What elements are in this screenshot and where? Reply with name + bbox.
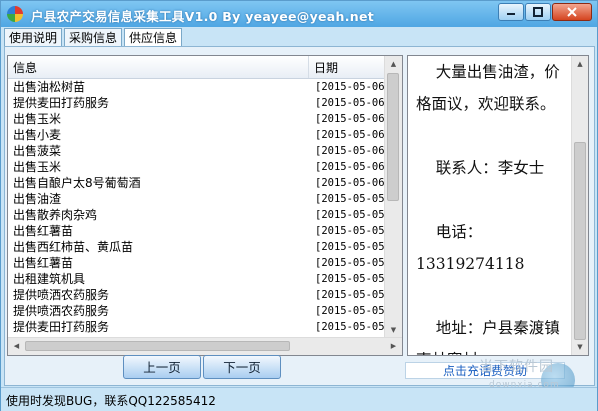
status-text: 使用时发现BUG，联系QQ122585412 [6, 394, 216, 408]
maximize-button[interactable] [525, 3, 551, 21]
list-item-date: [2015-05-05] [315, 289, 391, 301]
list-item[interactable]: 出售自酿户太8号葡萄酒 [2015-05-06] [8, 175, 391, 191]
column-header-info[interactable]: 信息 [8, 56, 309, 78]
list-item-date: [2015-05-05] [315, 225, 391, 237]
app-window: 户县农产交易信息采集工具V1.0 By yeayee@yeah.net 使用说明… [0, 0, 598, 411]
list-item-info: 出售西红柿苗、黄瓜苗 [13, 240, 134, 254]
list-item[interactable]: 出售玉米 [2015-05-06] [8, 159, 391, 175]
tab-purchase-info[interactable]: 采购信息 [64, 28, 123, 47]
scroll-right-icon[interactable]: ▶ [385, 338, 402, 354]
list-item[interactable]: 提供麦田打药服务 [2015-05-06] [8, 95, 391, 111]
info-list[interactable]: 信息 日期 出售油松树苗 [2015-05-06] 提供麦田打药服务 [2015-05… [7, 55, 403, 356]
list-horizontal-scrollbar[interactable]: ◀ ▶ [8, 337, 402, 355]
list-item[interactable]: 出售小麦 [2015-05-06] [8, 127, 391, 143]
scroll-left-icon[interactable]: ◀ [8, 338, 25, 354]
list-item[interactable]: 出售红薯苗 [2015-05-05] [8, 255, 391, 271]
detail-textbox[interactable]: 大量出售油渣，价格面议，欢迎联系。 联系人：李女士 电话： 1331927411… [407, 55, 589, 356]
minimize-icon [507, 13, 515, 15]
list-item-date: [2015-05-05] [315, 209, 391, 221]
list-item[interactable]: 出售油松树苗 [2015-05-06] [8, 79, 391, 95]
prev-page-button[interactable]: 上一页 [123, 355, 201, 379]
list-item-date: [2015-05-06] [315, 81, 391, 93]
supply-panel: 信息 日期 出售油松树苗 [2015-05-06] 提供麦田打药服务 [2015-05… [4, 46, 595, 386]
list-item-date: [2015-05-06] [315, 145, 391, 157]
list-item-info: 出售小麦 [13, 128, 62, 142]
list-item-date: [2015-05-06] [315, 129, 391, 141]
list-item-info: 出租建筑机具 [13, 272, 86, 286]
title-bar[interactable]: 户县农产交易信息采集工具V1.0 By yeayee@yeah.net [1, 1, 597, 27]
list-item-info: 出售油松树苗 [13, 80, 86, 94]
minimize-button[interactable] [498, 3, 524, 21]
tab-strip: 使用说明 采购信息 供应信息 [4, 28, 183, 47]
list-item-date: [2015-05-05] [315, 193, 391, 205]
list-item-info: 出售玉米 [13, 160, 62, 174]
list-rows: 出售油松树苗 [2015-05-06] 提供麦田打药服务 [2015-05-06] 出售… [8, 79, 391, 335]
list-item[interactable]: 出售玉米 [2015-05-06] [8, 111, 391, 127]
list-item-date: [2015-05-06] [315, 113, 391, 125]
detail-scroll-thumb[interactable] [574, 142, 586, 340]
list-item[interactable]: 出售红薯苗 [2015-05-05] [8, 223, 391, 239]
detail-scroll-down-icon[interactable]: ▼ [572, 339, 588, 355]
list-item[interactable]: 出租建筑机具 [2015-05-05] [8, 271, 391, 287]
list-item-date: [2015-05-06] [315, 161, 391, 173]
list-header: 信息 日期 [8, 56, 402, 79]
next-page-button[interactable]: 下一页 [203, 355, 281, 379]
list-item-info: 提供喷洒农药服务 [13, 288, 110, 302]
list-item-date: [2015-05-05] [315, 241, 391, 253]
maximize-icon [533, 7, 543, 17]
list-item-info: 出售红薯苗 [13, 224, 74, 238]
list-item-info: 出售玉米 [13, 112, 62, 126]
list-item[interactable]: 出售西红柿苗、黄瓜苗 [2015-05-05] [8, 239, 391, 255]
list-vertical-scrollbar[interactable]: ▲ ▼ [384, 56, 402, 338]
tab-supply-info[interactable]: 供应信息 [124, 28, 183, 47]
list-item-info: 提供麦田打药服务 [13, 320, 110, 334]
list-item[interactable]: 提供喷洒农药服务 [2015-05-05] [8, 287, 391, 303]
close-button[interactable] [552, 3, 592, 21]
list-vertical-scroll-thumb[interactable] [387, 73, 399, 201]
status-bar: 使用时发现BUG，联系QQ122585412 [1, 387, 597, 411]
close-icon [567, 7, 577, 17]
list-item-info: 出售自酿户太8号葡萄酒 [13, 176, 141, 190]
list-item-date: [2015-05-06] [315, 177, 391, 189]
list-item-date: [2015-05-05] [315, 257, 391, 269]
list-item[interactable]: 提供麦田打药服务 [2015-05-05] [8, 319, 391, 335]
list-item-info: 出售菠菜 [13, 144, 62, 158]
list-item-info: 提供麦田打药服务 [13, 96, 110, 110]
window-controls [498, 3, 592, 21]
list-item[interactable]: 提供喷洒农药服务 [2015-05-05] [8, 303, 391, 319]
list-item-info: 出售散养肉杂鸡 [13, 208, 98, 222]
column-header-date[interactable]: 日期 [310, 56, 384, 78]
scroll-up-icon[interactable]: ▲ [385, 56, 402, 72]
list-item-info: 出售红薯苗 [13, 256, 74, 270]
window-title: 户县农产交易信息采集工具V1.0 By yeayee@yeah.net [31, 9, 375, 24]
list-item[interactable]: 出售散养肉杂鸡 [2015-05-05] [8, 207, 391, 223]
detail-scrollbar[interactable]: ▲ ▼ [571, 56, 588, 355]
watermark-text: 当下软件园 [479, 359, 554, 375]
tab-instructions[interactable]: 使用说明 [4, 28, 63, 47]
list-item[interactable]: 出售菠菜 [2015-05-06] [8, 143, 391, 159]
list-item-date: [2015-05-06] [315, 97, 391, 109]
list-horizontal-scroll-thumb[interactable] [25, 341, 290, 351]
list-item-date: [2015-05-05] [315, 305, 391, 317]
app-logo-icon [7, 6, 23, 22]
detail-scroll-up-icon[interactable]: ▲ [572, 56, 588, 72]
list-item-info: 出售油渣 [13, 192, 62, 206]
list-item[interactable]: 出售油渣 [2015-05-05] [8, 191, 391, 207]
list-item-date: [2015-05-05] [315, 321, 391, 333]
detail-text: 大量出售油渣，价格面议，欢迎联系。 联系人：李女士 电话： 1331927411… [416, 63, 560, 355]
list-item-info: 提供喷洒农药服务 [13, 304, 110, 318]
list-item-date: [2015-05-05] [315, 273, 391, 285]
scroll-down-icon[interactable]: ▼ [385, 322, 402, 338]
